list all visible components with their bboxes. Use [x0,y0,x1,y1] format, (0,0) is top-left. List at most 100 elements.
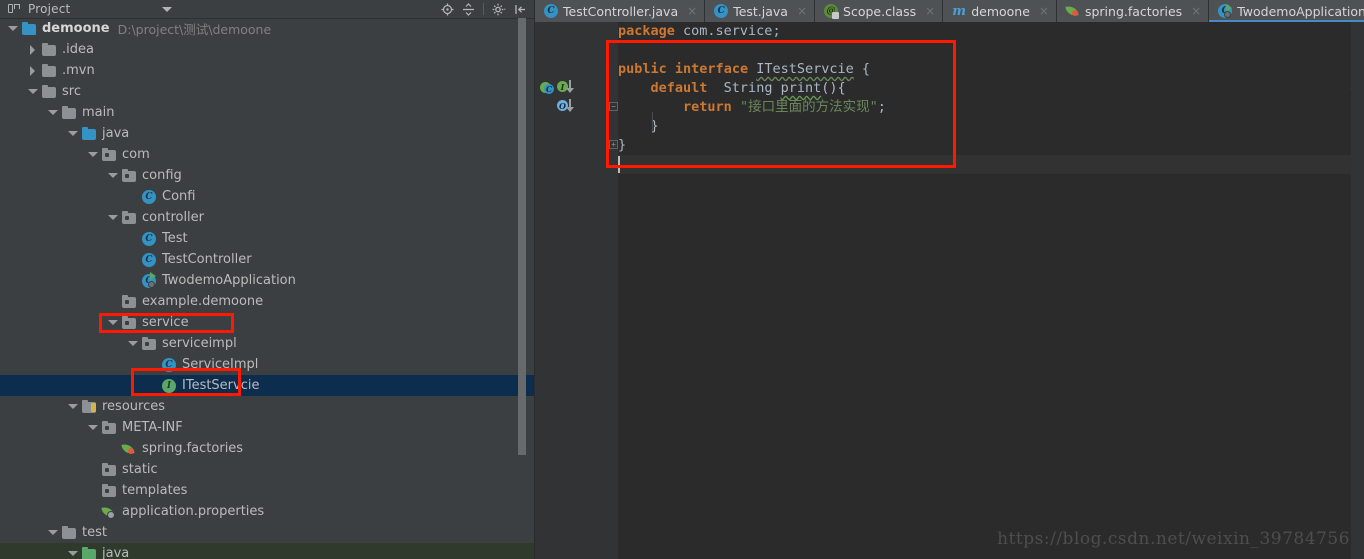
spring-properties-icon [101,504,117,520]
project-panel-scrollbar[interactable] [518,18,526,455]
package-icon [121,294,137,310]
editor-tab-label: Scope.class [843,3,917,19]
implemented-by-marker[interactable]: C [540,81,554,94]
panel-title: Project [28,2,71,16]
editor-tab-label: TestController.java [563,3,679,19]
tree-row-confi[interactable]: C Confi [0,186,534,207]
project-tree[interactable]: demoone D:\project\测试\demoone .idea .mvn src… [0,18,534,559]
folder-resource-root-icon [81,399,97,415]
package-icon [101,420,117,436]
chevron-down-icon[interactable] [108,213,118,222]
chevron-right-icon[interactable] [28,45,37,55]
chevron-down-icon[interactable] [88,150,98,159]
close-icon[interactable]: × [925,5,935,17]
editor-tab-test-java[interactable]: C Test.java × [705,0,816,22]
spring-boot-class-icon: C [141,271,157,289]
gear-icon[interactable] [490,1,508,17]
tree-row-example-demoone[interactable]: example.demoone [0,291,534,312]
folder-gray-icon [41,63,57,79]
chevron-down-icon[interactable] [28,87,38,96]
chevron-down-icon[interactable] [68,402,78,411]
tree-row-label: static [122,461,158,477]
chevron-down-icon[interactable] [108,318,118,327]
tree-row-test[interactable]: C Test [0,228,534,249]
editor-tab-testcontroller-java[interactable]: C TestController.java × [535,0,706,22]
tree-row-meta-inf[interactable]: META-INF [0,417,534,438]
chevron-down-icon[interactable] [88,423,98,432]
editor-tab-spring-factories[interactable]: spring.factories × [1056,0,1210,22]
tree-row-twodemoapplication[interactable]: C TwodemoApplication [0,270,534,291]
tree-row-application-properties[interactable]: application.properties [0,501,534,522]
editor-tab-twodemoapplication-java[interactable]: CTwodemoApplication.java× [1209,0,1364,22]
editor-tab-scope-class[interactable]: @ Scope.class × [815,0,944,22]
tree-row-label: application.properties [122,503,265,519]
tree-row-label: .mvn [62,62,95,78]
tree-row-itestservcie[interactable]: I ITestServcie [0,375,534,396]
tree-row-label: main [82,104,115,120]
close-icon[interactable]: × [687,5,697,17]
close-icon[interactable]: × [797,5,807,17]
chevron-down-icon[interactable] [8,24,18,33]
tree-row-service[interactable]: service [0,312,534,333]
fold-mark-line6[interactable]: + [609,140,618,149]
tree-row-label: META-INF [122,419,183,435]
tree-row-serviceimpl[interactable]: serviceimpl [0,333,534,354]
chevron-down-icon[interactable] [162,6,173,12]
tree-row-resources[interactable]: resources [0,396,534,417]
tree-row-java[interactable]: java [0,543,534,559]
tree-row-test[interactable]: test [0,522,534,543]
indent-guide [652,112,653,131]
tree-row-label: com [122,146,150,162]
code-editor[interactable]: 12345678 package com.service;public inte… [535,22,1364,559]
chevron-down-icon[interactable] [128,339,138,348]
module-folder-icon [21,21,37,37]
folder-gray-icon [41,42,57,58]
folder-gray-icon [41,84,57,100]
tree-row-java[interactable]: java [0,123,534,144]
collapse-all-icon[interactable] [459,1,477,17]
tree-row-main[interactable]: main [0,102,534,123]
locate-icon[interactable] [438,1,456,17]
code-line-4: default String print(){ [650,80,846,96]
tree-row-serviceimpl[interactable]: C ServiceImpl [0,354,534,375]
overridden-method-marker[interactable]: I [557,80,577,93]
chevron-down-icon[interactable] [108,171,118,180]
tree-row-label: demoone [42,20,110,36]
editor-area: C TestController.java × C Test.java × @ Scope.c… [535,0,1364,559]
implementing-method-marker[interactable]: O [557,99,577,112]
gutter-icon-column[interactable] [573,22,609,559]
folder-gray-icon [61,525,77,541]
tree-row--mvn[interactable]: .mvn [0,60,534,81]
close-icon[interactable]: × [1039,5,1049,17]
editor-tab-label: Test.java [733,3,788,19]
tree-row-config[interactable]: config [0,165,534,186]
tree-row-label: java [102,125,130,141]
tree-row-controller[interactable]: controller [0,207,534,228]
chevron-right-icon[interactable] [28,66,37,76]
folder-test-root-icon [81,546,97,559]
editor-tab-demoone[interactable]: m demoone × [943,0,1057,22]
chevron-down-icon[interactable] [48,528,58,537]
code-line-5: return "接口里面的方法实现"; [683,99,886,115]
tree-row-static[interactable]: static [0,459,534,480]
error-stripe-gutter[interactable] [1351,22,1364,559]
chevron-down-icon[interactable] [48,108,58,117]
fold-mark-line4[interactable]: − [609,102,618,111]
chevron-down-icon[interactable] [68,549,78,558]
class-icon: C [141,231,157,247]
tree-row-com[interactable]: com [0,144,534,165]
close-icon[interactable]: × [1191,5,1201,17]
tree-row-spring-factories[interactable]: spring.factories [0,438,534,459]
tree-row-templates[interactable]: templates [0,480,534,501]
toolbar-divider [483,3,484,15]
tree-row-testcontroller[interactable]: C TestController [0,249,534,270]
idea-window: Project demoone D:\project\测试\demoone .ide… [0,0,1364,559]
tree-row-demoone[interactable]: demoone D:\project\测试\demoone [0,18,534,39]
chevron-down-icon[interactable] [68,129,78,138]
tree-row--idea[interactable]: .idea [0,39,534,60]
hide-panel-icon[interactable] [511,1,529,17]
tree-row-src[interactable]: src [0,81,534,102]
